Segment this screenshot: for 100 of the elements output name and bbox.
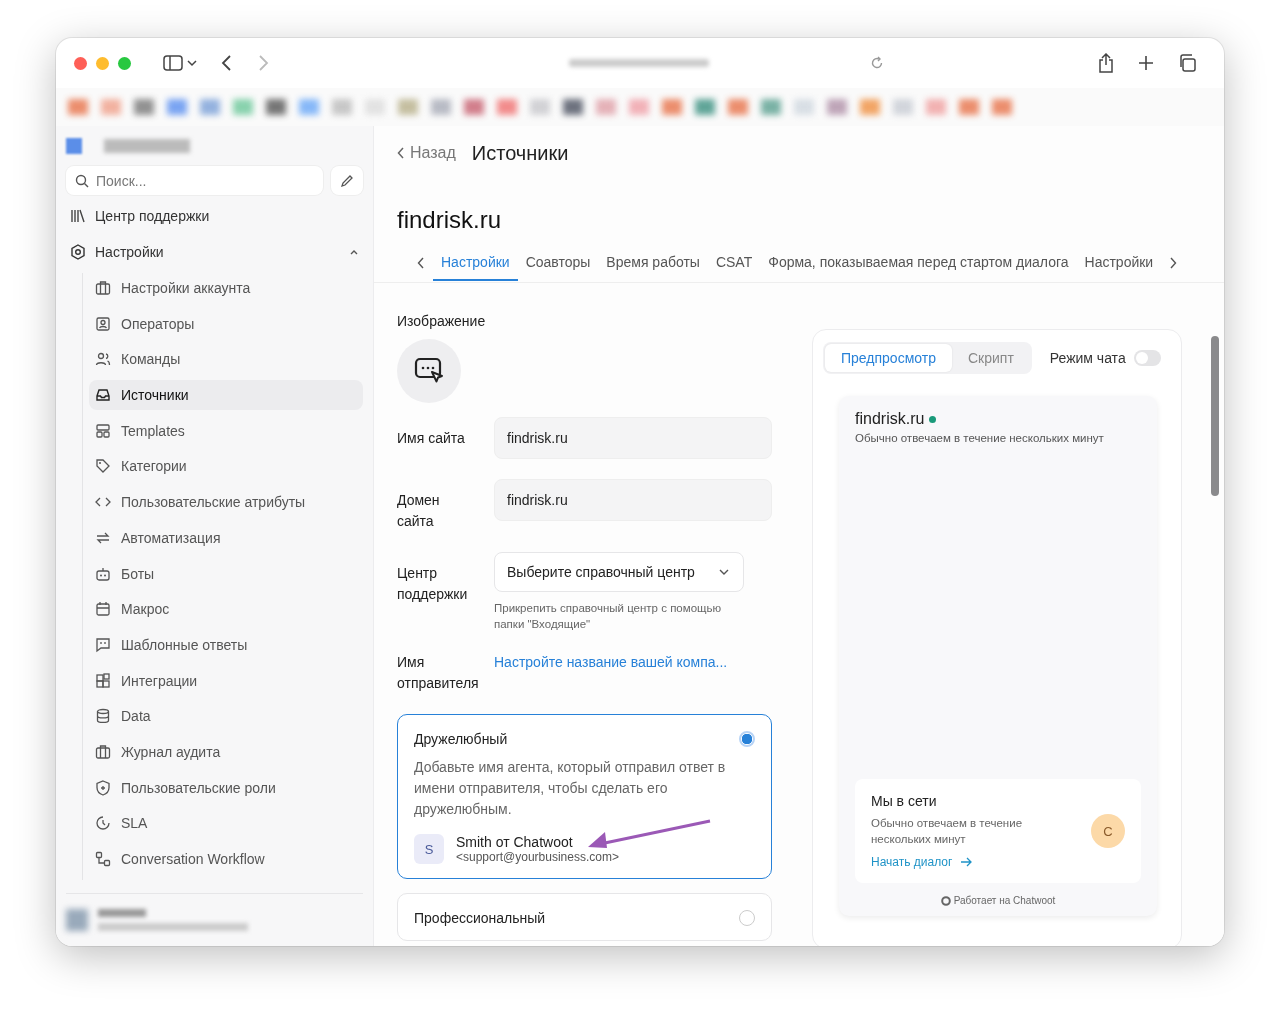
widget-title: findrisk.ru (855, 410, 925, 428)
zoom-button[interactable] (118, 56, 131, 70)
blurred-bookmark[interactable] (101, 99, 121, 115)
link[interactable]: Настройте название вашей компа... (494, 652, 728, 673)
compose-button[interactable] (331, 166, 363, 195)
option-description: Добавьте имя агента, который отправил ответ в имени отправителя, чтобы сделать его дружелюбным. (414, 758, 727, 819)
tab[interactable]: CSAT (707, 245, 761, 281)
blurred-bookmark[interactable] (464, 99, 484, 115)
blurred-bookmark[interactable] (695, 99, 715, 115)
plus-icon[interactable] (1138, 55, 1154, 71)
blurred-bookmark[interactable] (761, 99, 781, 115)
forward-icon[interactable] (257, 54, 269, 72)
blurred-bookmark[interactable] (992, 99, 1012, 115)
books-icon (70, 208, 86, 224)
sidebar-toggle-icon[interactable] (163, 54, 197, 72)
chevron-left-icon[interactable] (417, 257, 425, 269)
card-title: Мы в сети (871, 793, 938, 809)
sidebar-item[interactable]: Шаблонные ответы (89, 629, 363, 660)
chevron-right-icon[interactable] (1169, 257, 1178, 269)
blurred-bookmark[interactable] (563, 99, 583, 115)
sidebar-item[interactable]: Conversation Workflow (89, 844, 363, 874)
field-label: Домен сайта (397, 491, 441, 531)
start-chat-link[interactable]: Начать диалог (871, 855, 1051, 869)
blurred-bookmark[interactable] (629, 99, 649, 115)
dropdown[interactable]: Выберите справочный центр (494, 552, 744, 592)
sidebar-item[interactable]: Журнал аудита (89, 736, 363, 767)
blurred-bookmark[interactable] (398, 99, 418, 115)
sidebar-item[interactable]: Команды (89, 344, 363, 375)
tabs-icon[interactable] (1178, 54, 1196, 72)
blurred-bookmark[interactable] (134, 99, 154, 115)
sidebar-item[interactable]: Пользовательские атрибуты (89, 487, 363, 518)
sidebar-item[interactable]: Настройки аккаунта (89, 273, 363, 303)
tab[interactable]: Форма, показываемая перед стартом диалога (760, 245, 1077, 281)
user-card-icon (95, 315, 111, 332)
ring-icon (940, 895, 951, 906)
sidebar-item[interactable]: Пользовательские роли (89, 772, 363, 803)
help-text: Прикрепить справочный центр с помощью папки "Входящие" (494, 601, 723, 632)
avatar: S (414, 834, 444, 864)
reload-icon[interactable] (870, 56, 884, 70)
pencil-icon (340, 173, 354, 188)
blurred-bookmark[interactable] (431, 99, 451, 115)
sidebar-item[interactable]: Автоматизация (89, 522, 363, 553)
blurred-bookmark[interactable] (299, 99, 319, 115)
blurred-bookmark[interactable] (728, 99, 748, 115)
robot-icon (95, 565, 111, 582)
sidebar-item[interactable]: Боты (89, 558, 363, 589)
tab[interactable]: Соавторы (517, 245, 599, 281)
sidebar-item[interactable]: Настройки (66, 237, 363, 267)
back-link[interactable]: Назад (397, 144, 456, 162)
blurred-bookmark[interactable] (794, 99, 814, 115)
option-title: Профессиональный (414, 910, 546, 926)
sidebar-item[interactable]: Источники (89, 380, 363, 411)
blurred-bookmark[interactable] (860, 99, 880, 115)
blurred-bookmark[interactable] (167, 99, 187, 115)
share-icon[interactable] (1098, 53, 1114, 73)
sidebar-item[interactable]: Операторы (89, 308, 363, 339)
blurred-bookmark[interactable] (332, 99, 352, 115)
tab[interactable]: Настройки (1076, 245, 1162, 281)
text-field[interactable]: findrisk.ru (494, 417, 772, 459)
blurred-bookmark[interactable] (926, 99, 946, 115)
sidebar-item[interactable]: Категории (89, 451, 363, 482)
sidebar-item[interactable]: Макрос (89, 594, 363, 625)
toggle-switch[interactable] (1133, 350, 1161, 366)
blurred-bookmark[interactable] (233, 99, 253, 115)
blurred-bookmark[interactable] (497, 99, 517, 115)
toggle-label: Режим чата (1049, 350, 1126, 366)
sidebar-item[interactable]: Templates (89, 415, 363, 446)
close-button[interactable] (74, 56, 87, 70)
blurred-bookmark[interactable] (959, 99, 979, 115)
blurred-bookmark[interactable] (68, 99, 88, 115)
blurred-logo (66, 138, 82, 154)
sidebar-item[interactable]: SLA (89, 808, 363, 839)
sidebar-item[interactable]: Интеграции (89, 665, 363, 696)
tab[interactable]: Время работы (598, 245, 708, 281)
radio-button[interactable] (739, 731, 755, 747)
scrollbar[interactable] (1211, 336, 1219, 496)
minimize-button[interactable] (96, 56, 109, 70)
shield-icon (95, 779, 111, 796)
sidebar-item[interactable]: Центр поддержки (66, 201, 363, 231)
blurred-bookmark[interactable] (596, 99, 616, 115)
page-title: Источники (471, 141, 569, 165)
tab[interactable]: Предпросмотр (825, 344, 952, 372)
sidebar-item[interactable]: Data (89, 701, 363, 732)
arrow-right-icon (960, 857, 973, 867)
blurred-bookmark[interactable] (200, 99, 220, 115)
tab[interactable]: Настройки (433, 245, 518, 281)
chat-quote-icon (95, 636, 111, 653)
back-icon[interactable] (221, 54, 233, 72)
blurred-bookmark[interactable] (266, 99, 286, 115)
search-field[interactable]: Поиск... (66, 166, 323, 195)
option-card[interactable]: Профессиональный (397, 893, 772, 941)
blurred-bookmark[interactable] (662, 99, 682, 115)
text-field[interactable]: findrisk.ru (494, 479, 772, 521)
blurred-bookmark[interactable] (827, 99, 847, 115)
option-card[interactable]: Дружелюбный Добавьте имя агента, который отправил ответ в имени отправителя, чтобы сделать его дружелюбным. S Smith от Chatwoot <support@yourbusiness.com> (397, 714, 772, 879)
card-text: Обычно отвечаем в течение нескольких минут (871, 816, 1024, 847)
blurred-avatar (66, 909, 88, 931)
blurred-bookmark[interactable] (530, 99, 550, 115)
blurred-bookmark[interactable] (893, 99, 913, 115)
field-label: Имя отправителя (397, 653, 477, 693)
